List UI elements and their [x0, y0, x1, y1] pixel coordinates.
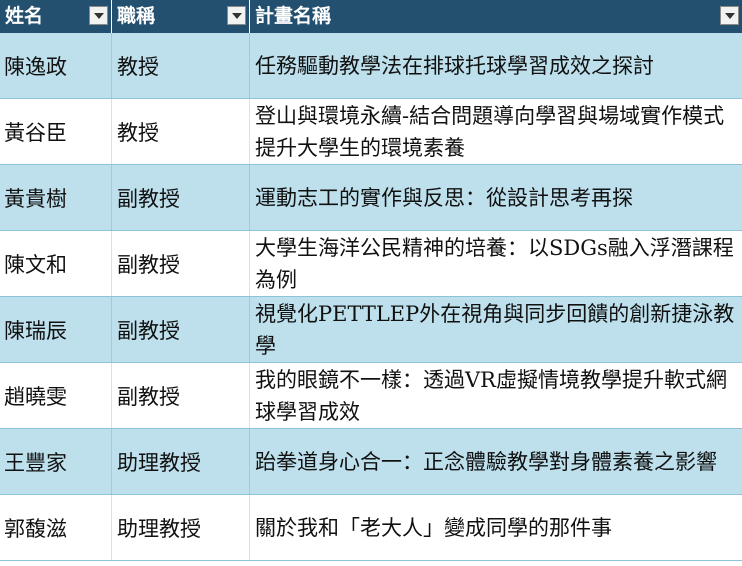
cell-project[interactable]: 關於我和「老大人」變成同學的那件事	[250, 495, 742, 560]
cell-project[interactable]: 視覺化PETTLEP外在視角與同步回饋的創新捷泳教學	[250, 297, 742, 362]
cell-name[interactable]: 郭馥滋	[0, 495, 112, 560]
cell-name[interactable]: 陳瑞辰	[0, 297, 112, 362]
cell-title[interactable]: 副教授	[112, 363, 250, 428]
cell-project[interactable]: 任務驅動教學法在排球托球學習成效之探討	[250, 33, 742, 98]
cell-title[interactable]: 助理教授	[112, 429, 250, 494]
cell-name[interactable]: 陳文和	[0, 231, 112, 296]
table-row: 黃谷臣 教授 登山與環境永續-結合問題導向學習與場域實作模式提升大學生的環境素養	[0, 99, 742, 165]
header-cell-title: 職稱	[112, 0, 250, 33]
cell-project[interactable]: 我的眼鏡不一樣：透過VR虛擬情境教學提升軟式網球學習成效	[250, 363, 742, 428]
cell-name[interactable]: 黃谷臣	[0, 99, 112, 164]
table-row: 黃貴樹 副教授 運動志工的實作與反思：從設計思考再探	[0, 165, 742, 231]
cell-name[interactable]: 趙曉雯	[0, 363, 112, 428]
header-cell-project: 計畫名稱	[250, 0, 742, 33]
table-header: 姓名 職稱 計畫名稱	[0, 0, 742, 33]
header-label-title: 職稱	[117, 5, 156, 27]
cell-project[interactable]: 跆拳道身心合一：正念體驗教學對身體素養之影響	[250, 429, 742, 494]
cell-project[interactable]: 大學生海洋公民精神的培養：以SDGs融入浮潛課程為例	[250, 231, 742, 296]
cell-project[interactable]: 登山與環境永續-結合問題導向學習與場域實作模式提升大學生的環境素養	[250, 99, 742, 164]
cell-title[interactable]: 助理教授	[112, 495, 250, 560]
cell-name[interactable]: 黃貴樹	[0, 165, 112, 230]
header-cell-name: 姓名	[0, 0, 112, 33]
table-row: 陳逸政 教授 任務驅動教學法在排球托球學習成效之探討	[0, 33, 742, 99]
cell-title[interactable]: 副教授	[112, 297, 250, 362]
cell-title[interactable]: 教授	[112, 33, 250, 98]
header-label-name: 姓名	[5, 5, 44, 27]
table-row: 郭馥滋 助理教授 關於我和「老大人」變成同學的那件事	[0, 495, 742, 561]
cell-title[interactable]: 副教授	[112, 231, 250, 296]
cell-name[interactable]: 陳逸政	[0, 33, 112, 98]
table-row: 趙曉雯 副教授 我的眼鏡不一樣：透過VR虛擬情境教學提升軟式網球學習成效	[0, 363, 742, 429]
table-row: 王豐家 助理教授 跆拳道身心合一：正念體驗教學對身體素養之影響	[0, 429, 742, 495]
filter-dropdown-icon[interactable]	[89, 6, 108, 25]
filter-dropdown-icon[interactable]	[227, 6, 246, 25]
filter-dropdown-icon[interactable]	[720, 6, 739, 25]
data-table: 姓名 職稱 計畫名稱 陳逸政 教授 任務驅動教學法在排球托球學習成效之探討 黃谷…	[0, 0, 742, 561]
cell-title[interactable]: 副教授	[112, 165, 250, 230]
cell-name[interactable]: 王豐家	[0, 429, 112, 494]
cell-project[interactable]: 運動志工的實作與反思：從設計思考再探	[250, 165, 742, 230]
cell-title[interactable]: 教授	[112, 99, 250, 164]
table-row: 陳文和 副教授 大學生海洋公民精神的培養：以SDGs融入浮潛課程為例	[0, 231, 742, 297]
header-label-project: 計畫名稱	[255, 5, 332, 27]
table-row: 陳瑞辰 副教授 視覺化PETTLEP外在視角與同步回饋的創新捷泳教學	[0, 297, 742, 363]
